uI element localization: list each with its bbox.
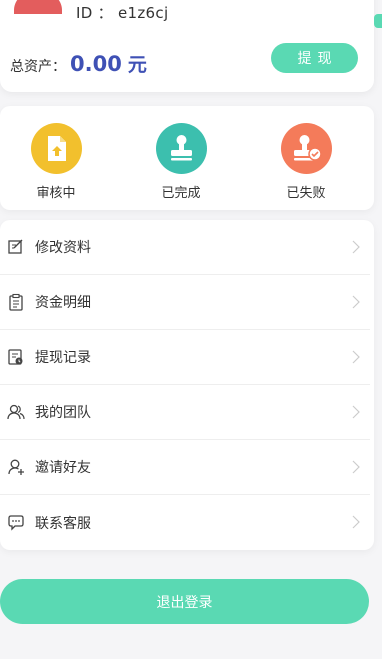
stamp-check-icon [280,123,332,174]
assets-value: 0.00 [70,52,122,76]
menu-item-label: 资金明细 [35,295,91,311]
menu-item-label: 联系客服 [35,515,91,532]
corner-accent [374,14,382,28]
document-upload-icon [30,123,82,174]
menu-item-edit-profile[interactable]: 修改资料 [0,220,370,275]
profile-page: ID ： e1z6cj 总资产： 0.00 元 提现 审核中 已完成 已失败 修… [0,0,382,659]
chevron-right-icon [352,515,360,529]
edit-icon [8,239,23,254]
assets-label: 总资产： [10,59,66,75]
status-pending[interactable]: 审核中 [16,123,96,201]
record-icon [8,349,23,365]
chevron-right-icon [352,350,360,364]
menu-item-my-team[interactable]: 我的团队 [0,385,370,440]
chevron-right-icon [352,460,360,474]
status-failed[interactable]: 已失败 [266,123,346,201]
avatar [14,0,62,14]
logout-button[interactable]: 退出登录 [0,579,369,624]
menu-item-label: 修改资料 [35,240,91,256]
stamp-icon [155,123,207,174]
menu-card: 修改资料 资金明细 提现记录 我的团队 邀请好友 联系客服 [0,220,374,550]
clipboard-icon [9,293,23,311]
assets-unit: 元 [127,54,147,76]
status-failed-label: 已失败 [286,186,326,201]
menu-item-fund-details[interactable]: 资金明细 [0,275,370,330]
status-pending-label: 审核中 [36,186,76,201]
chevron-right-icon [352,240,360,254]
chevron-right-icon [352,405,360,419]
withdraw-button[interactable]: 提现 [271,43,358,73]
menu-item-customer-service[interactable]: 联系客服 [0,495,370,550]
menu-item-invite-friends[interactable]: 邀请好友 [0,440,370,495]
menu-item-label: 邀请好友 [35,460,91,476]
profile-card: ID ： e1z6cj 总资产： 0.00 元 提现 [0,0,374,92]
status-completed-label: 已完成 [161,186,201,201]
invite-user-icon [8,459,24,475]
team-icon [7,404,25,420]
chevron-right-icon [352,295,360,309]
status-card: 审核中 已完成 已失败 [0,106,374,210]
menu-item-label: 提现记录 [35,350,91,366]
total-assets: 总资产： 0.00 元 [10,50,147,77]
status-completed[interactable]: 已完成 [141,123,221,201]
user-id: ID ： e1z6cj [76,4,169,22]
menu-item-label: 我的团队 [35,405,91,421]
chat-icon [8,514,24,531]
menu-item-withdraw-records[interactable]: 提现记录 [0,330,370,385]
